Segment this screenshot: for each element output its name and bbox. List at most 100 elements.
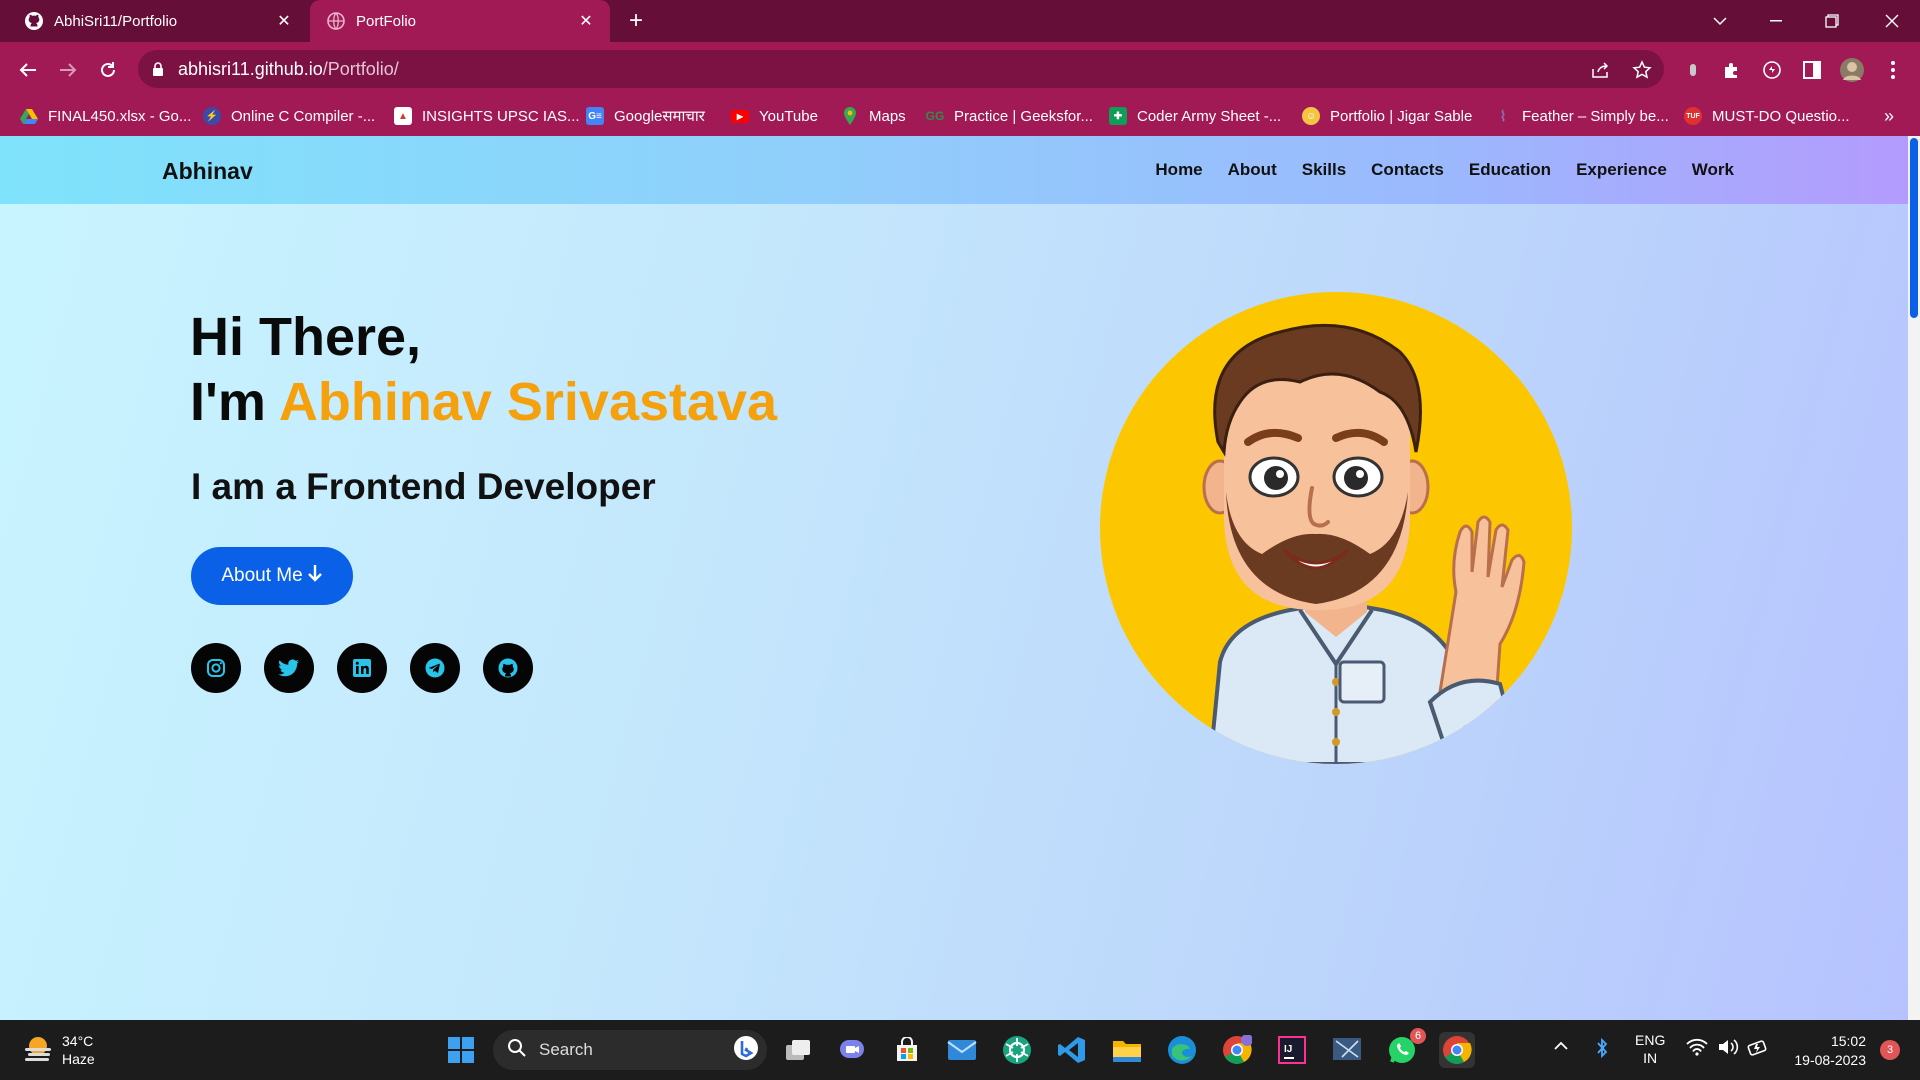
mail-icon[interactable] xyxy=(944,1032,980,1068)
bookmark-label: Coder Army Sheet -... xyxy=(1137,107,1282,125)
url-path: /Portfolio/ xyxy=(322,58,399,79)
arrow-down-icon xyxy=(307,564,323,588)
whatsapp-badge: 6 xyxy=(1410,1028,1426,1044)
chrome-profile-icon[interactable] xyxy=(1219,1032,1255,1068)
tab-github-portfolio[interactable]: AbhiSri11/Portfolio ✕ xyxy=(0,0,308,42)
tab-portfolio[interactable]: PortFolio ✕ xyxy=(310,0,610,42)
search-placeholder: Search xyxy=(539,1040,593,1059)
clock-time: 15:02 xyxy=(1830,1033,1866,1049)
linkedin-icon[interactable] xyxy=(337,643,387,693)
nav-about[interactable]: About xyxy=(1228,160,1277,180)
bluetooth-icon[interactable] xyxy=(1596,1037,1608,1061)
twitter-icon[interactable] xyxy=(264,643,314,693)
sheets-icon: ✚ xyxy=(1109,107,1127,125)
clock-date: 19-08-2023 xyxy=(1794,1052,1866,1068)
scrollbar-thumb[interactable] xyxy=(1910,138,1918,318)
github-icon[interactable] xyxy=(483,643,533,693)
bookmark-must-do-questions[interactable]: TUF MUST-DO Questio... xyxy=(1684,105,1850,127)
close-tab-icon[interactable]: ✕ xyxy=(274,11,294,31)
weather-widget[interactable]: 34°C Haze xyxy=(22,1032,95,1068)
nav-work[interactable]: Work xyxy=(1692,160,1734,180)
restore-button[interactable] xyxy=(1804,0,1860,42)
chatgpt-icon[interactable] xyxy=(999,1032,1035,1068)
youtube-icon: ▶ xyxy=(731,109,749,123)
telegram-icon[interactable] xyxy=(410,643,460,693)
windows-start-icon[interactable] xyxy=(443,1032,479,1068)
microsoft-store-icon[interactable] xyxy=(889,1032,925,1068)
tab-search-icon[interactable] xyxy=(1692,0,1748,42)
nav-skills[interactable]: Skills xyxy=(1302,160,1346,180)
bookmark-insights-upsc[interactable]: ▲ INSIGHTS UPSC IAS... xyxy=(394,105,580,127)
battery-charging-icon[interactable] xyxy=(1747,1038,1769,1059)
bookmark-coder-army-sheet[interactable]: ✚ Coder Army Sheet -... xyxy=(1109,105,1281,127)
svg-text:IJ: IJ xyxy=(1284,1044,1292,1055)
hero-name: Abhinav Srivastava xyxy=(278,372,778,432)
volume-icon[interactable] xyxy=(1717,1038,1739,1059)
bookmark-star-icon[interactable] xyxy=(1629,57,1655,83)
bookmark-online-c-compiler[interactable]: ⚡ Online C Compiler -... xyxy=(203,105,375,127)
file-explorer-icon[interactable] xyxy=(1109,1032,1145,1068)
wifi-icon[interactable] xyxy=(1686,1038,1708,1059)
profile-avatar-illustration xyxy=(1100,292,1572,764)
bookmark-youtube[interactable]: ▶ YouTube xyxy=(731,105,818,127)
share-icon[interactable] xyxy=(1588,57,1614,83)
remote-desktop-icon[interactable] xyxy=(1329,1032,1365,1068)
extensions-puzzle-icon[interactable] xyxy=(1719,57,1745,83)
notification-badge[interactable]: 3 xyxy=(1880,1040,1900,1060)
new-tab-button[interactable]: + xyxy=(622,7,650,35)
edge-icon[interactable] xyxy=(1164,1032,1200,1068)
weather-condition: Haze xyxy=(62,1051,95,1067)
intellij-icon[interactable]: IJ xyxy=(1274,1032,1310,1068)
bookmark-geeksforgeeks[interactable]: GG Practice | Geeksfor... xyxy=(926,105,1093,127)
nav-education[interactable]: Education xyxy=(1469,160,1551,180)
teams-chat-icon[interactable] xyxy=(834,1032,870,1068)
address-bar[interactable]: abhisri11.github.io/Portfolio/ xyxy=(138,50,1664,88)
maps-icon xyxy=(841,107,859,125)
about-me-button[interactable]: About Me xyxy=(191,547,353,605)
profile-avatar-icon[interactable] xyxy=(1839,57,1865,83)
extension-lamp-icon[interactable] xyxy=(1680,57,1706,83)
feather-icon: ⌇ xyxy=(1499,107,1507,124)
close-window-button[interactable] xyxy=(1864,0,1920,42)
vscode-icon[interactable] xyxy=(1054,1032,1090,1068)
bookmark-maps[interactable]: Maps xyxy=(841,105,906,127)
site-logo[interactable]: Abhinav xyxy=(162,158,253,185)
bing-icon[interactable] xyxy=(733,1035,759,1066)
lock-icon[interactable] xyxy=(152,62,164,76)
taskbar-search[interactable]: Search xyxy=(493,1030,767,1070)
bookmark-google-news[interactable]: G≡ Googleसमाचार xyxy=(586,105,705,127)
google-news-icon: G≡ xyxy=(586,107,604,125)
bookmark-jigar-sable-portfolio[interactable]: ☺ Portfolio | Jigar Sable xyxy=(1302,105,1472,127)
gfg-icon: GG xyxy=(925,109,945,123)
side-panel-icon[interactable] xyxy=(1799,57,1825,83)
nav-experience[interactable]: Experience xyxy=(1576,160,1667,180)
bookmark-label: Portfolio | Jigar Sable xyxy=(1330,107,1473,125)
close-tab-icon[interactable]: ✕ xyxy=(576,11,596,31)
system-clock[interactable]: 15:02 19-08-2023 xyxy=(1794,1032,1866,1070)
bookmarks-bar: FINAL450.xlsx - Go... ⚡ Online C Compile… xyxy=(0,96,1920,136)
bookmark-label: FINAL450.xlsx - Go... xyxy=(48,107,192,125)
reload-icon[interactable] xyxy=(94,56,122,84)
whatsapp-icon[interactable]: 6 xyxy=(1384,1028,1426,1068)
bookmark-final450[interactable]: FINAL450.xlsx - Go... xyxy=(20,105,191,127)
show-hidden-icons-chevron-icon[interactable] xyxy=(1553,1038,1569,1054)
bookmark-feather[interactable]: ⌇ Feather – Simply be... xyxy=(1494,105,1669,127)
language-indicator[interactable]: ENG IN xyxy=(1635,1031,1665,1067)
search-icon xyxy=(507,1038,527,1063)
chrome-active-icon[interactable] xyxy=(1439,1032,1475,1068)
forward-arrow-icon[interactable] xyxy=(54,56,82,84)
back-arrow-icon[interactable] xyxy=(14,56,42,84)
minimize-button[interactable] xyxy=(1748,0,1804,42)
sync-extension-icon[interactable] xyxy=(1759,57,1785,83)
more-bookmarks-chevron-icon[interactable]: » xyxy=(1884,105,1894,127)
page-scrollbar[interactable] xyxy=(1908,136,1920,1020)
nav-home[interactable]: Home xyxy=(1155,160,1202,180)
bookmark-label: Maps xyxy=(869,107,906,125)
task-view-icon[interactable] xyxy=(780,1032,816,1068)
bookmark-label: Practice | Geeksfor... xyxy=(954,107,1093,125)
google-drive-icon xyxy=(20,107,38,125)
nav-contacts[interactable]: Contacts xyxy=(1371,160,1444,180)
bookmark-label: YouTube xyxy=(759,107,818,125)
instagram-icon[interactable] xyxy=(191,643,241,693)
menu-kebab-icon[interactable] xyxy=(1880,57,1906,83)
